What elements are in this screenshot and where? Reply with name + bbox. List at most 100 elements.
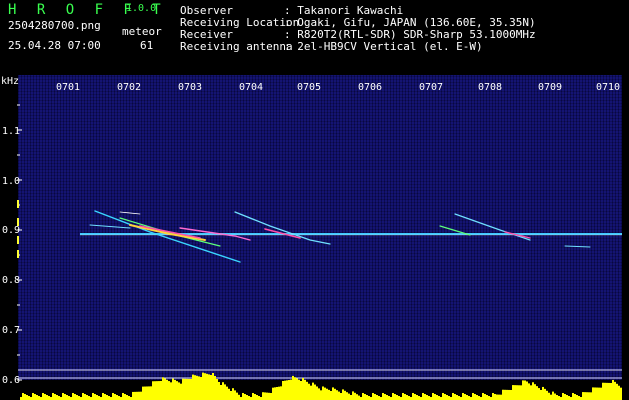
activity-bar (608, 382, 610, 400)
x-tick-label: 0709 (538, 82, 562, 93)
activity-bar (368, 396, 370, 400)
activity-bar (414, 394, 416, 400)
activity-bar (524, 380, 526, 400)
activity-bar (152, 381, 154, 400)
activity-bar (146, 386, 148, 400)
activity-bar (594, 387, 596, 400)
activity-bar (310, 385, 312, 400)
activity-bar (516, 385, 518, 400)
activity-bar (330, 391, 332, 400)
activity-bar (252, 393, 254, 400)
x-tick-label: 0701 (56, 82, 80, 93)
activity-bar (458, 396, 460, 400)
activity-bar (502, 389, 504, 400)
activity-bar (500, 394, 502, 400)
activity-bar (334, 388, 336, 400)
activity-bar (326, 388, 328, 400)
activity-bar (24, 394, 26, 400)
activity-bar (172, 378, 174, 400)
activity-bar (154, 381, 156, 400)
activity-bar (616, 383, 618, 400)
activity-bar (340, 393, 342, 400)
activity-bar (344, 390, 346, 400)
activity-bar (596, 387, 598, 400)
activity-bar (332, 387, 334, 400)
activity-bar (362, 393, 364, 400)
activity-bar (42, 393, 44, 400)
activity-bar (540, 390, 542, 400)
activity-bar (544, 388, 546, 400)
activity-bar (264, 392, 266, 400)
activity-bar (52, 393, 54, 400)
activity-bar (378, 396, 380, 400)
activity-bar (546, 390, 548, 400)
activity-bar (188, 378, 190, 400)
y-tick-label: 1.0 (2, 176, 20, 187)
activity-bar (306, 381, 308, 400)
activity-bar (518, 385, 520, 400)
activity-bar (174, 379, 176, 400)
activity-bar (22, 393, 24, 400)
activity-bar (194, 375, 196, 400)
activity-bar (72, 393, 74, 400)
activity-bar (304, 379, 306, 400)
activity-bar (116, 395, 118, 400)
activity-bar (346, 392, 348, 400)
activity-bar (396, 395, 398, 400)
activity-bar (32, 393, 34, 400)
activity-bar (186, 378, 188, 400)
activity-bar (58, 396, 60, 400)
activity-bar (158, 381, 160, 400)
x-tick-label: 0708 (478, 82, 502, 93)
activity-bar (578, 396, 580, 400)
activity-bar (328, 389, 330, 400)
activity-bar (126, 395, 128, 400)
activity-bar (530, 385, 532, 400)
activity-bar (588, 392, 590, 400)
activity-bar (224, 384, 226, 400)
activity-bar (278, 386, 280, 400)
activity-bar (84, 394, 86, 400)
activity-bar (296, 378, 298, 400)
activity-bar (606, 382, 608, 400)
activity-bar (242, 393, 244, 400)
activity-bar (34, 394, 36, 400)
activity-bar (292, 375, 294, 400)
activity-bars (20, 372, 622, 400)
activity-bar (300, 381, 302, 400)
activity-bar (78, 396, 80, 400)
activity-bar (408, 396, 410, 400)
activity-bar (342, 389, 344, 400)
activity-bar (38, 396, 40, 400)
activity-bar (464, 394, 466, 400)
activity-bar (462, 393, 464, 400)
activity-bar (54, 394, 56, 400)
activity-bar (520, 385, 522, 400)
activity-bar (384, 394, 386, 400)
activity-bar (416, 395, 418, 400)
activity-bar (496, 394, 498, 400)
activity-bar (270, 393, 272, 400)
activity-bar (206, 373, 208, 400)
activity-bar (504, 389, 506, 400)
activity-bar (348, 393, 350, 400)
activity-bar (216, 379, 218, 400)
activity-bar (466, 395, 468, 400)
activity-bar (134, 391, 136, 400)
activity-bar (394, 394, 396, 400)
activity-bar (28, 396, 30, 400)
activity-bar (486, 395, 488, 400)
activity-bar (376, 395, 378, 400)
activity-bar (550, 394, 552, 400)
activity-bar (566, 395, 568, 400)
activity-bar (164, 378, 166, 400)
activity-bar (208, 374, 210, 400)
activity-bar (454, 394, 456, 400)
activity-bar (140, 391, 142, 400)
activity-bar (66, 395, 68, 400)
activity-bar (576, 395, 578, 400)
activity-bar (204, 373, 206, 400)
activity-bar (302, 377, 304, 400)
activity-bar (476, 395, 478, 400)
activity-bar (558, 396, 560, 400)
